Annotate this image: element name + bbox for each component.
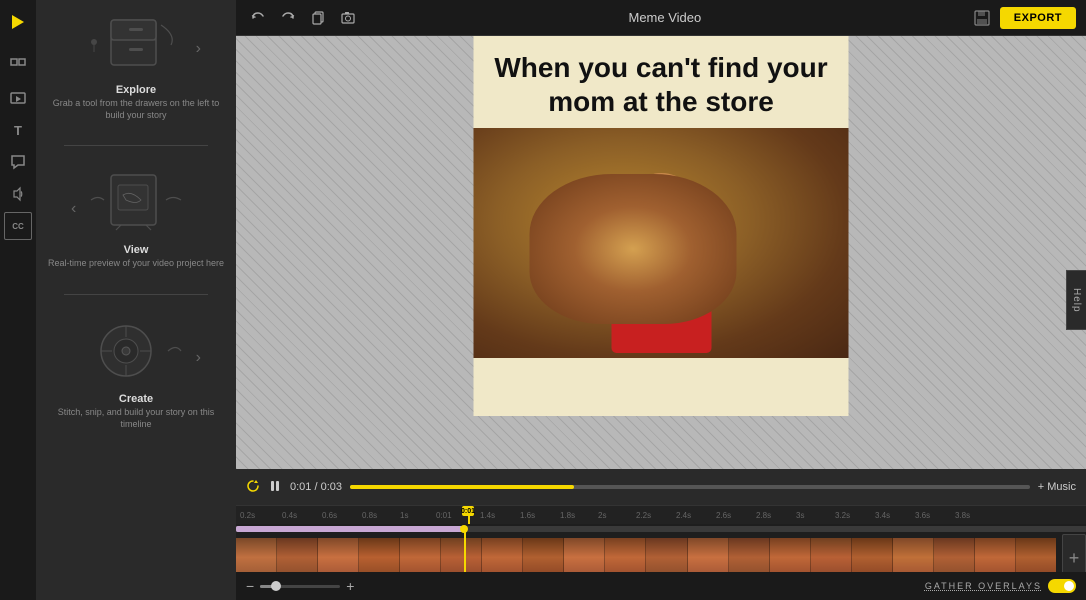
view-section: ‹ View Real-time preview of your video p… — [48, 170, 224, 270]
explore-arrow: › — [196, 40, 201, 58]
view-arrow: ‹ — [71, 200, 76, 218]
topbar: Meme Video EXPORT — [236, 0, 1086, 36]
ruler-tick-17: 3.6s — [915, 511, 930, 520]
screenshot-button[interactable] — [336, 6, 360, 30]
video-preview: When you can't find yourmom at the store — [474, 36, 849, 416]
page-title: Meme Video — [360, 10, 970, 25]
ruler-tick-5: 0:01 — [436, 511, 452, 520]
sidebar-item-audio[interactable] — [4, 180, 32, 208]
playback-bar: 0:01 / 0:03 + Music — [236, 469, 1086, 505]
meme-text-overlay: When you can't find yourmom at the store — [474, 36, 849, 128]
ruler-marks: 0.2s 0.4s 0.6s 0.8s 1s 0:01 1.4s 1.6s 1.… — [240, 506, 1082, 524]
ruler-tick-1: 0.4s — [282, 511, 297, 520]
video-frame — [474, 128, 849, 358]
person-head — [626, 173, 696, 243]
restart-button[interactable] — [246, 479, 260, 496]
ruler-tick-9: 2s — [598, 511, 606, 520]
sidebar-item-captions[interactable]: CC — [4, 212, 32, 240]
divider-2 — [64, 294, 208, 295]
sidebar-item-media[interactable] — [4, 84, 32, 112]
help-button[interactable]: Help — [1066, 270, 1086, 330]
ruler-tick-14: 3s — [796, 511, 804, 520]
zoom-slider-thumb[interactable] — [271, 581, 281, 591]
video-track — [236, 538, 1056, 572]
gather-overlays-label: GATHER OVERLAYS — [925, 581, 1042, 591]
explore-description: Grab a tool from the drawers on the left… — [46, 98, 226, 121]
create-arrow: › — [196, 349, 201, 367]
video-thumbnails — [236, 538, 1056, 572]
ruler-tick-16: 3.4s — [875, 511, 890, 520]
sidebar-item-text[interactable]: T — [4, 116, 32, 144]
zoom-in-icon[interactable]: + — [346, 578, 354, 594]
ruler-tick-3: 0.8s — [362, 511, 377, 520]
ruler-tick-12: 2.6s — [716, 511, 731, 520]
create-title: Create — [119, 393, 153, 405]
ruler-tick-8: 1.8s — [560, 511, 575, 520]
copy-button[interactable] — [306, 6, 330, 30]
ruler-tick-2: 0.6s — [322, 511, 337, 520]
timeline-scrub[interactable] — [236, 526, 1086, 532]
redo-button[interactable] — [276, 6, 300, 30]
pause-button[interactable] — [268, 479, 282, 496]
view-illustration: ‹ — [86, 170, 186, 240]
explore-section: › Explore Grab a tool from the drawers o… — [46, 10, 226, 121]
ruler-tick-15: 3.2s — [835, 511, 850, 520]
topbar-controls — [246, 6, 360, 30]
gather-overlays-toggle[interactable] — [1048, 579, 1076, 593]
ruler-tick-4: 1s — [400, 511, 408, 520]
undo-button[interactable] — [246, 6, 270, 30]
help-label: Help — [1071, 288, 1082, 313]
save-icon[interactable] — [970, 6, 994, 30]
person-body — [611, 233, 711, 353]
ruler-tick-6: 1.4s — [480, 511, 495, 520]
ruler-tick-10: 2.2s — [636, 511, 651, 520]
track-thumbnails — [236, 538, 1056, 572]
ruler-tick-7: 1.6s — [520, 511, 535, 520]
add-track-button[interactable]: + — [1062, 534, 1086, 572]
progress-fill — [350, 485, 574, 489]
time-display: 0:01 / 0:03 — [290, 481, 342, 493]
sidebar-item-comments[interactable] — [4, 148, 32, 176]
timeline-tracks: + — [236, 524, 1086, 572]
divider-1 — [64, 145, 208, 146]
create-section: › Create Stitch, snip, and build your st… — [46, 319, 226, 430]
main-area: Meme Video EXPORT When you can't find yo… — [236, 0, 1086, 600]
explore-title: Explore — [116, 84, 156, 96]
sidebar-item-shapes[interactable] — [4, 52, 32, 80]
timeline-scrub-fill — [236, 526, 464, 532]
view-title: View — [124, 244, 149, 256]
create-illustration: › — [86, 319, 186, 389]
zoom-slider[interactable] — [260, 585, 340, 588]
zoom-controls: − + GATHER OVERLAYS — [236, 572, 1086, 600]
track-playhead — [464, 530, 466, 572]
video-person — [571, 158, 751, 358]
progress-bar[interactable] — [350, 485, 1030, 489]
zoom-out-icon[interactable]: − — [246, 578, 254, 594]
gather-overlays-control: GATHER OVERLAYS — [925, 579, 1076, 593]
timeline-ruler: 0.2s 0.4s 0.6s 0.8s 1s 0:01 1.4s 1.6s 1.… — [236, 506, 1086, 524]
create-description: Stitch, snip, and build your story on th… — [46, 407, 226, 430]
middle-panel: › Explore Grab a tool from the drawers o… — [36, 0, 236, 600]
ruler-tick-13: 2.8s — [756, 511, 771, 520]
sidebar-logo[interactable] — [4, 8, 32, 36]
export-button[interactable]: EXPORT — [1000, 7, 1076, 29]
view-description: Real-time preview of your video project … — [48, 258, 224, 270]
sidebar: T CC — [0, 0, 36, 600]
ruler-tick-11: 2.4s — [676, 511, 691, 520]
timeline: 0.2s 0.4s 0.6s 0.8s 1s 0:01 1.4s 1.6s 1.… — [236, 505, 1086, 600]
music-button[interactable]: + Music — [1038, 481, 1076, 493]
ruler-tick-18: 3.8s — [955, 511, 970, 520]
canvas-area: When you can't find yourmom at the store — [236, 36, 1086, 469]
explore-illustration: › — [86, 10, 186, 80]
ruler-playhead-marker: 0:01 — [462, 506, 474, 516]
ruler-tick-0: 0.2s — [240, 511, 255, 520]
